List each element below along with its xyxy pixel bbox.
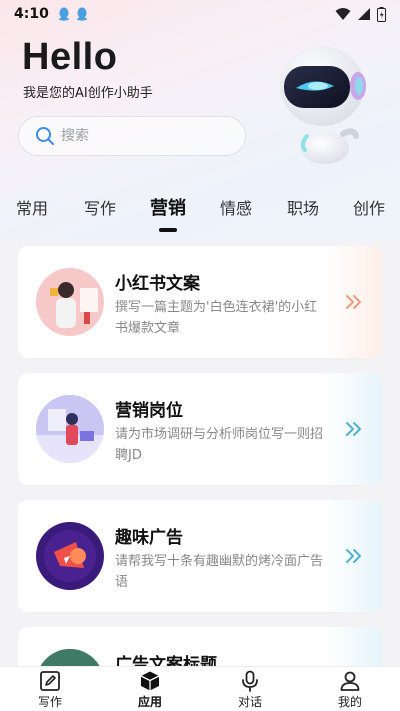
template-card[interactable]: 营销岗位 请为市场调研与分析师岗位写一则招聘JD: [18, 373, 382, 485]
nav-label: 写作: [37, 695, 62, 709]
card-description: 请为市场调研与分析师岗位写一则招聘JD: [115, 427, 324, 463]
card-illustration-image: [36, 522, 104, 590]
nav-item-apps[interactable]: 应用: [100, 667, 200, 711]
wifi-icon: [335, 8, 351, 20]
category-tabs: 常用 写作 营销 情感 职场 创作: [0, 190, 400, 230]
tab-emotion[interactable]: 情感: [220, 195, 252, 219]
card-illustration-image: [36, 268, 104, 336]
card-arrow-button[interactable]: [326, 373, 382, 485]
nav-item-mine[interactable]: 我的: [300, 667, 400, 711]
card-description: 撰写一篇主题为'白色连衣裙'的小红书爆款文章: [115, 300, 318, 336]
double-chevron-right-icon: [346, 422, 361, 436]
tab-common[interactable]: 常用: [16, 195, 48, 219]
active-tab-indicator: [159, 228, 177, 232]
card-arrow-button[interactable]: [326, 500, 382, 612]
qq-penguin-icon: [76, 7, 87, 21]
search-box[interactable]: [18, 116, 246, 156]
status-bar: 4:10: [0, 0, 400, 28]
card-illustration-image: [36, 395, 104, 463]
card-title: 趣味广告: [115, 528, 183, 548]
nav-item-writing[interactable]: 写作: [0, 667, 100, 711]
card-arrow-button[interactable]: [326, 246, 382, 358]
signal-icon: [358, 8, 370, 20]
tab-marketing[interactable]: 营销: [150, 194, 186, 220]
template-card[interactable]: 趣味广告 请帮我写十条有趣幽默的烤冷面广告语: [18, 500, 382, 612]
bottom-navigation: 写作 应用 对话 我的: [0, 666, 400, 711]
search-input[interactable]: [61, 128, 221, 144]
card-title: 营销岗位: [115, 401, 183, 421]
edit-document-icon: [40, 671, 60, 691]
user-icon: [340, 671, 360, 691]
greeting-subtitle: 我是您的AI创作小助手: [23, 86, 153, 101]
template-card[interactable]: 小红书文案 撰写一篇主题为'白色连衣裙'的小红书爆款文章: [18, 246, 382, 358]
cube-icon: [140, 671, 160, 691]
battery-icon: [377, 6, 386, 22]
microphone-icon: [242, 670, 258, 692]
qq-penguin-icon: [58, 7, 69, 21]
tab-creation[interactable]: 创作: [353, 195, 385, 219]
card-title: 小红书文案: [115, 274, 200, 294]
robot-mascot-image: [280, 46, 366, 164]
tab-writing[interactable]: 写作: [84, 195, 116, 219]
nav-label: 我的: [337, 695, 362, 709]
nav-label: 对话: [237, 695, 262, 709]
status-time: 4:10: [14, 6, 49, 22]
nav-label: 应用: [137, 695, 162, 709]
double-chevron-right-icon: [346, 295, 361, 309]
double-chevron-right-icon: [346, 549, 361, 563]
greeting-title: Hello: [22, 36, 118, 78]
tab-workplace[interactable]: 职场: [287, 195, 319, 219]
search-icon: [36, 127, 54, 145]
nav-item-chat[interactable]: 对话: [200, 667, 300, 711]
card-description: 请帮我写十条有趣幽默的烤冷面广告语: [115, 554, 324, 590]
